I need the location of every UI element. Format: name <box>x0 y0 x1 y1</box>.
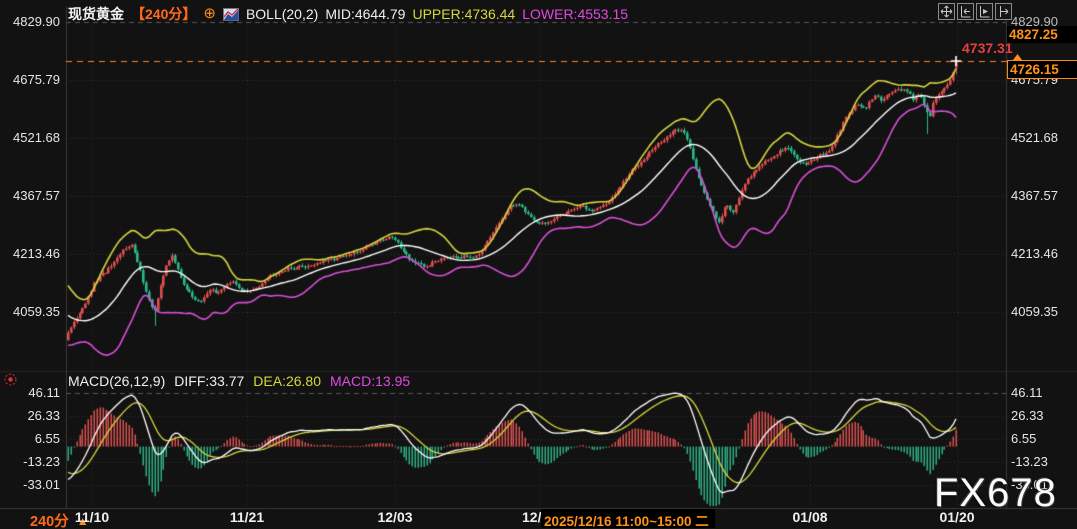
x-tick: 12/03 <box>377 509 412 525</box>
y-tick-main-right: 4213.46 <box>1011 246 1058 261</box>
interval-label: 240分 <box>30 510 69 529</box>
macd-name: MACD(26,12,9) <box>68 373 165 389</box>
y-tick-macd-right: 26.33 <box>1011 408 1044 423</box>
chart-canvas[interactable] <box>0 0 1077 529</box>
boll-label: BOLL(20,2) <box>246 6 318 22</box>
chart-header: 现货黄金 【240分】 ⊕ BOLL(20,2) MID:4644.79 UPP… <box>68 4 628 24</box>
y-tick-macd-left: 46.11 <box>0 385 60 400</box>
macd-diff-value: DIFF:33.77 <box>174 373 244 389</box>
y-tick-macd-right: -13.23 <box>1011 454 1048 469</box>
shift-right-icon[interactable] <box>995 3 1012 20</box>
y-tick-macd-right: 6.55 <box>1011 431 1036 446</box>
y-tick-macd-left: -13.23 <box>0 454 60 469</box>
high-marker-label: 4827.25 <box>1007 26 1077 43</box>
x-tick: 01/08 <box>792 509 827 525</box>
y-tick-macd-left: -33.01 <box>0 477 60 492</box>
boll-upper-value: UPPER:4736.44 <box>412 6 515 22</box>
y-tick-main-left: 4829.90 <box>0 14 60 29</box>
y-tick-main-left: 4059.35 <box>0 304 60 319</box>
boll-mid-value: MID:4644.79 <box>325 6 405 22</box>
period-tag[interactable]: 【240分】 <box>131 4 196 24</box>
symbol-name: 现货黄金 <box>68 4 124 24</box>
add-indicator-icon[interactable]: ⊕ <box>203 9 216 19</box>
macd-dea-value: DEA:26.80 <box>253 373 321 389</box>
y-tick-main-left: 4213.46 <box>0 246 60 261</box>
y-tick-main-right: 4367.57 <box>1011 188 1058 203</box>
y-tick-main-left: 4675.79 <box>0 72 60 87</box>
y-tick-macd-left: 6.55 <box>0 431 60 446</box>
macd-header: MACD(26,12,9) DIFF:33.77 DEA:26.80 MACD:… <box>68 373 410 389</box>
pan-icon[interactable] <box>938 3 955 20</box>
chart-toolbar <box>938 3 1012 20</box>
chart-window: 现货黄金 【240分】 ⊕ BOLL(20,2) MID:4644.79 UPP… <box>0 0 1077 529</box>
y-tick-macd-left: 26.33 <box>0 408 60 423</box>
last-price-label: 4726.15 <box>1007 60 1077 79</box>
macd-macd-value: MACD:13.95 <box>330 373 410 389</box>
boll-lower-value: LOWER:4553.15 <box>522 6 628 22</box>
y-tick-main-left: 4521.68 <box>0 130 60 145</box>
x-tick: 11/21 <box>230 509 264 525</box>
chart-thumb-icon[interactable] <box>223 8 239 21</box>
y-tick-macd-right: 46.11 <box>1011 385 1043 400</box>
y-tick-main-right: 4059.35 <box>1011 304 1058 319</box>
crosshair-date-tooltip: 2025/12/16 11:00~15:00 二 <box>541 509 715 528</box>
fit-right-icon[interactable] <box>976 3 993 20</box>
session-high-label: 4737.31 <box>962 40 1013 56</box>
x-tick: 11/10 <box>75 509 109 525</box>
y-tick-main-left: 4367.57 <box>0 188 60 203</box>
y-tick-main-right: 4521.68 <box>1011 130 1058 145</box>
watermark: FX678 <box>934 471 1057 516</box>
fit-left-icon[interactable] <box>957 3 974 20</box>
